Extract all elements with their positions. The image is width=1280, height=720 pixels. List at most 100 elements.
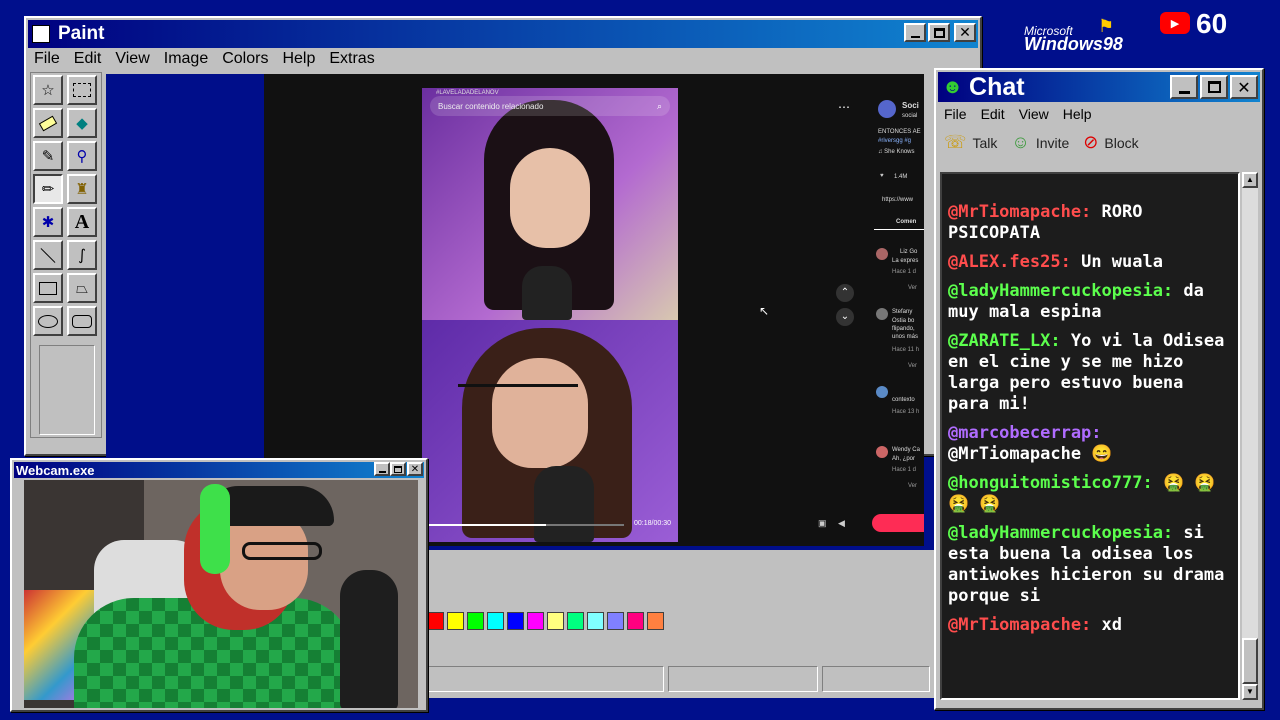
color-swatch[interactable] bbox=[507, 612, 524, 630]
maximize-button[interactable] bbox=[390, 462, 406, 476]
chat-scrollbar[interactable]: ▲ ▼ bbox=[1242, 172, 1258, 700]
picker-tool[interactable]: ✎ bbox=[33, 141, 63, 171]
menu-help[interactable]: Help bbox=[1063, 106, 1092, 122]
menu-file[interactable]: File bbox=[944, 106, 967, 122]
chat-message-area[interactable]: @MrTiomapache: RORO PSICOPATA @ALEX.fes25… bbox=[940, 172, 1240, 700]
color-swatch[interactable] bbox=[647, 612, 664, 630]
pink-action-button[interactable] bbox=[872, 514, 924, 532]
minimize-icon bbox=[1178, 90, 1190, 94]
paint-titlebar[interactable]: Paint ✕ bbox=[28, 20, 978, 48]
chat-username[interactable]: @ALEX.fes25: bbox=[948, 252, 1071, 272]
menu-edit[interactable]: Edit bbox=[981, 106, 1005, 122]
color-swatch[interactable] bbox=[447, 612, 464, 630]
block-button[interactable]: ⊘ Block bbox=[1083, 132, 1138, 153]
menu-extras[interactable]: Extras bbox=[329, 50, 374, 68]
menu-file[interactable]: File bbox=[34, 50, 60, 68]
color-swatch[interactable] bbox=[527, 612, 544, 630]
scroll-up-button[interactable]: ▲ bbox=[1242, 172, 1258, 188]
video-hashtag: #LAVELADADELANOV bbox=[436, 90, 499, 96]
color-swatch[interactable] bbox=[427, 612, 444, 630]
music-text[interactable]: ♫ She Knows bbox=[878, 148, 915, 156]
text-tool[interactable]: A bbox=[67, 207, 97, 237]
comment-view-replies[interactable]: Ver bbox=[908, 284, 917, 292]
color-swatch[interactable] bbox=[467, 612, 484, 630]
star-select-icon: ☆ bbox=[41, 81, 55, 99]
comments-tab[interactable]: Comen bbox=[896, 218, 916, 226]
account-avatar[interactable] bbox=[878, 100, 896, 118]
video-progress-track[interactable] bbox=[428, 524, 624, 526]
close-button[interactable]: ✕ bbox=[1230, 75, 1258, 99]
chevron-down-icon[interactable]: ⌄ bbox=[836, 308, 854, 326]
menu-edit[interactable]: Edit bbox=[74, 50, 102, 68]
video-frame[interactable]: Buscar contenido relacionado ⌕ 00:18/00:… bbox=[422, 88, 678, 542]
color-swatch[interactable] bbox=[587, 612, 604, 630]
comment-view-replies[interactable]: Ver bbox=[908, 482, 917, 490]
video-sidebar: Soci social ENTONCES AE #riversgg #g ♫ S… bbox=[874, 98, 924, 508]
close-icon: ✕ bbox=[1237, 77, 1251, 97]
curve-tool[interactable]: ∫ bbox=[67, 240, 97, 270]
rect-select-tool[interactable] bbox=[67, 75, 97, 105]
windows-flag-icon: ⚑ bbox=[1098, 16, 1115, 36]
chevron-up-icon[interactable]: ⌃ bbox=[836, 284, 854, 302]
youtube-icon: ▶ bbox=[1160, 12, 1190, 34]
rounded-rect-tool[interactable] bbox=[67, 306, 97, 336]
chat-username[interactable]: @honguitomistico777: bbox=[948, 473, 1153, 493]
chat-username[interactable]: @ladyHammercuckopesia: bbox=[948, 523, 1173, 543]
comment-view-replies[interactable]: Ver bbox=[908, 362, 917, 370]
video-progress-fill bbox=[428, 524, 546, 526]
brush-tool[interactable]: ♜ bbox=[67, 174, 97, 204]
menu-help[interactable]: Help bbox=[282, 50, 315, 68]
heart-icon[interactable]: ♥ bbox=[880, 172, 884, 180]
menu-view[interactable]: View bbox=[115, 50, 149, 68]
line-tool[interactable] bbox=[33, 240, 63, 270]
tool-options[interactable] bbox=[39, 345, 95, 435]
minimize-button[interactable] bbox=[374, 462, 390, 476]
minimize-button[interactable] bbox=[904, 23, 926, 42]
text-a-icon: A bbox=[74, 210, 90, 233]
talk-button[interactable]: ☏ Talk bbox=[944, 132, 997, 153]
maximize-button[interactable] bbox=[1200, 75, 1228, 99]
caption-tags[interactable]: #riversgg #g bbox=[878, 137, 911, 145]
chat-username[interactable]: @MrTiomapache: bbox=[948, 202, 1091, 222]
menu-image[interactable]: Image bbox=[164, 50, 208, 68]
rectangle-tool[interactable] bbox=[33, 273, 63, 303]
minimize-button[interactable] bbox=[1170, 75, 1198, 99]
ellipse-tool[interactable] bbox=[33, 306, 63, 336]
maximize-button[interactable] bbox=[928, 23, 950, 42]
pencil-tool[interactable]: ✏ bbox=[33, 174, 63, 204]
airbrush-tool[interactable]: ✱ bbox=[33, 207, 63, 237]
close-button[interactable]: ✕ bbox=[407, 462, 423, 476]
share-link[interactable]: https://www bbox=[882, 196, 913, 204]
invite-button[interactable]: ☺ Invite bbox=[1011, 132, 1069, 153]
arrow-up-icon: ▲ bbox=[1246, 175, 1254, 184]
color-swatch[interactable] bbox=[487, 612, 504, 630]
volume-icon[interactable]: ◀ bbox=[838, 518, 845, 529]
glasses-icon bbox=[242, 542, 322, 560]
chat-username[interactable]: @MrTiomapache: bbox=[948, 615, 1091, 635]
close-button[interactable]: ✕ bbox=[954, 23, 976, 42]
color-swatch[interactable] bbox=[567, 612, 584, 630]
fill-tool[interactable]: ◆ bbox=[67, 108, 97, 138]
magnifier-tool[interactable]: ⚲ bbox=[67, 141, 97, 171]
account-name[interactable]: Soci bbox=[902, 102, 919, 110]
webcam-titlebar[interactable]: Webcam.exe ✕ bbox=[14, 462, 424, 478]
chat-username[interactable]: @ladyHammercuckopesia: bbox=[948, 281, 1173, 301]
chat-username[interactable]: @ZARATE_LX: bbox=[948, 331, 1061, 351]
color-swatch[interactable] bbox=[607, 612, 624, 630]
captions-icon[interactable]: ▣ bbox=[818, 518, 827, 529]
polygon-tool[interactable]: ⏢ bbox=[67, 273, 97, 303]
menu-view[interactable]: View bbox=[1019, 106, 1049, 122]
color-swatch[interactable] bbox=[547, 612, 564, 630]
chat-username[interactable]: @marcobecerrap: bbox=[948, 423, 1102, 443]
menu-colors[interactable]: Colors bbox=[222, 50, 268, 68]
more-options-icon[interactable]: ⋯ bbox=[838, 100, 850, 114]
scroll-thumb[interactable] bbox=[1242, 638, 1258, 684]
chat-titlebar[interactable]: ☻ Chat ✕ bbox=[938, 72, 1260, 102]
scroll-down-button[interactable]: ▼ bbox=[1242, 684, 1258, 700]
video-search-bar[interactable]: Buscar contenido relacionado ⌕ bbox=[430, 96, 670, 116]
status-cell bbox=[428, 666, 664, 692]
free-select-tool[interactable]: ☆ bbox=[33, 75, 63, 105]
eraser-tool[interactable] bbox=[33, 108, 63, 138]
chat-message: @MrTiomapache: xd bbox=[948, 615, 1232, 636]
color-swatch[interactable] bbox=[627, 612, 644, 630]
